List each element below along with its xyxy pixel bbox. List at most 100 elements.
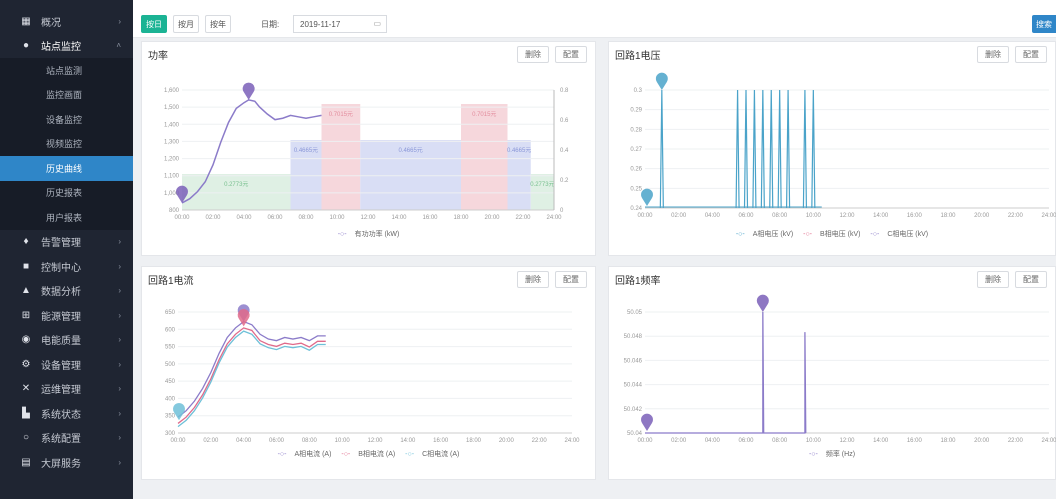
chevron-icon: ˄ <box>116 41 121 51</box>
y-tick-label: 650 <box>165 310 176 316</box>
sidebar-item[interactable]: ○ 系统配置 › <box>0 426 133 451</box>
chevron-icon: › <box>118 286 121 296</box>
sidebar-subitem[interactable]: 监控画面 <box>0 82 133 107</box>
y-tick-label: 500 <box>165 362 176 368</box>
sidebar-subitem[interactable]: 历史报表 <box>0 180 133 205</box>
y-tick-label: 600 <box>165 327 176 333</box>
current-line <box>177 327 326 424</box>
y-tick-label: 1,400 <box>164 122 180 128</box>
x-tick-label: 14:00 <box>400 438 416 444</box>
search-button[interactable]: 搜索 <box>1032 15 1056 33</box>
date-input[interactable]: 2019-11-17 ▭ <box>293 15 387 33</box>
tariff-band <box>321 104 361 210</box>
y2-tick-label: 0.6 <box>560 118 569 124</box>
x-tick-label: 16:00 <box>422 215 438 221</box>
sidebar-subitem[interactable]: 历史曲线 <box>0 156 133 181</box>
sidebar-item-label: 数据分析 <box>41 287 81 299</box>
x-tick-label: 08:00 <box>772 213 788 219</box>
day-button[interactable]: 按日 <box>141 15 167 33</box>
tariff-price-label: 0.4665元 <box>294 147 318 154</box>
sidebar-item[interactable]: ■ 控制中心 › <box>0 254 133 279</box>
sidebar-item[interactable]: ◉ 电能质量 › <box>0 328 133 353</box>
quality-icon: ◉ <box>21 334 31 346</box>
y-tick-label: 400 <box>165 396 176 402</box>
calendar-icon[interactable]: ▭ <box>373 19 381 28</box>
marker-pin <box>756 294 769 312</box>
x-tick-label: 18:00 <box>466 438 482 444</box>
frequency-panel: 回路1频率 删除 配置 50.04 50.042 50.044 50.046 50.04… <box>608 266 1056 480</box>
date-label: 日期: <box>261 20 280 29</box>
x-tick-label: 00:00 <box>170 438 186 444</box>
x-tick-label: 02:00 <box>671 438 687 444</box>
sidebar-item[interactable]: ● 站点监控 ˄ <box>0 34 133 59</box>
y-tick-label: 300 <box>165 431 176 437</box>
sidebar-item-label: 设备管理 <box>41 360 81 372</box>
current-line <box>177 330 326 428</box>
x-tick-label: 14:00 <box>391 215 407 221</box>
sidebar-item-label: 系统配置 <box>41 434 81 446</box>
chevron-icon: › <box>118 384 121 394</box>
y-tick-label: 0.3 <box>634 88 643 94</box>
x-tick-label: 10:00 <box>329 215 345 221</box>
sidebar-subitem[interactable]: 视频监控 <box>0 131 133 156</box>
chevron-icon: › <box>118 237 121 247</box>
chevron-icon: › <box>118 408 121 418</box>
x-tick-label: 12:00 <box>839 438 855 444</box>
marker-pin <box>655 72 668 90</box>
y-tick-label: 0.29 <box>630 108 642 114</box>
sidebar-item[interactable]: ♦ 告警管理 › <box>0 230 133 255</box>
month-button[interactable]: 按月 <box>173 15 199 33</box>
sidebar-subitem[interactable]: 站点监测 <box>0 58 133 83</box>
toolbar: 按日 按月 按年 日期: 2019-11-17 ▭ 搜索 <box>133 0 1056 38</box>
x-tick-label: 16:00 <box>433 438 449 444</box>
sidebar-item[interactable]: ✕ 运维管理 › <box>0 377 133 402</box>
x-tick-label: 20:00 <box>499 438 515 444</box>
x-tick-label: 12:00 <box>360 215 376 221</box>
y-tick-label: 350 <box>165 414 176 420</box>
chevron-icon: › <box>118 335 121 345</box>
chevron-icon: › <box>118 310 121 320</box>
sidebar-item-label: 电能质量 <box>41 336 81 348</box>
x-tick-label: 18:00 <box>453 215 469 221</box>
tariff-price-label: 0.2773元 <box>530 181 554 188</box>
x-tick-label: 00:00 <box>637 438 653 444</box>
x-tick-label: 10:00 <box>806 213 822 219</box>
x-tick-label: 10:00 <box>806 438 822 444</box>
x-tick-label: 22:00 <box>1008 213 1024 219</box>
y-tick-label: 1,200 <box>164 157 180 163</box>
y-tick-label: 1,600 <box>164 88 180 94</box>
sidebar-item[interactable]: ▦ 概况 › <box>0 9 133 34</box>
sidebar-item[interactable]: ⚙ 设备管理 › <box>0 352 133 377</box>
tariff-price-label: 0.4665元 <box>398 147 422 154</box>
x-tick-label: 04:00 <box>236 438 252 444</box>
x-tick-label: 18:00 <box>940 213 956 219</box>
x-tick-label: 14:00 <box>873 213 889 219</box>
sidebar-item-label: 大屏服务 <box>41 458 81 470</box>
chevron-icon: › <box>118 16 121 26</box>
sidebar-item[interactable]: ▤ 大屏服务 › <box>0 450 133 475</box>
x-tick-label: 06:00 <box>738 213 754 219</box>
x-tick-label: 00:00 <box>637 213 653 219</box>
tariff-price-label: 0.7015元 <box>329 111 353 118</box>
tariff-band <box>182 174 291 210</box>
x-tick-label: 00:00 <box>174 215 190 221</box>
sidebar-item[interactable]: ▙ 系统状态 › <box>0 401 133 426</box>
sidebar-item[interactable]: ▲ 数据分析 › <box>0 279 133 304</box>
y-tick-label: 1,100 <box>164 174 180 180</box>
sidebar-item-label: 系统状态 <box>41 409 81 421</box>
x-tick-label: 24:00 <box>1041 438 1056 444</box>
sidebar-item[interactable]: ⊞ 能源管理 › <box>0 303 133 328</box>
y-tick-label: 0.27 <box>630 147 642 153</box>
y-tick-label: 0.26 <box>630 167 642 173</box>
sidebar-subitem[interactable]: 用户报表 <box>0 205 133 230</box>
y2-tick-label: 0.2 <box>560 178 569 184</box>
year-button[interactable]: 按年 <box>205 15 231 33</box>
x-tick-label: 24:00 <box>1041 213 1056 219</box>
sidebar-item-label: 能源管理 <box>41 311 81 323</box>
monitor-icon: ● <box>22 40 30 52</box>
sidebar-subitem[interactable]: 设备监控 <box>0 107 133 132</box>
x-tick-label: 22:00 <box>515 215 531 221</box>
marker-pin <box>641 413 653 431</box>
y-tick-label: 50.044 <box>624 383 643 389</box>
x-tick-label: 08:00 <box>298 215 314 221</box>
